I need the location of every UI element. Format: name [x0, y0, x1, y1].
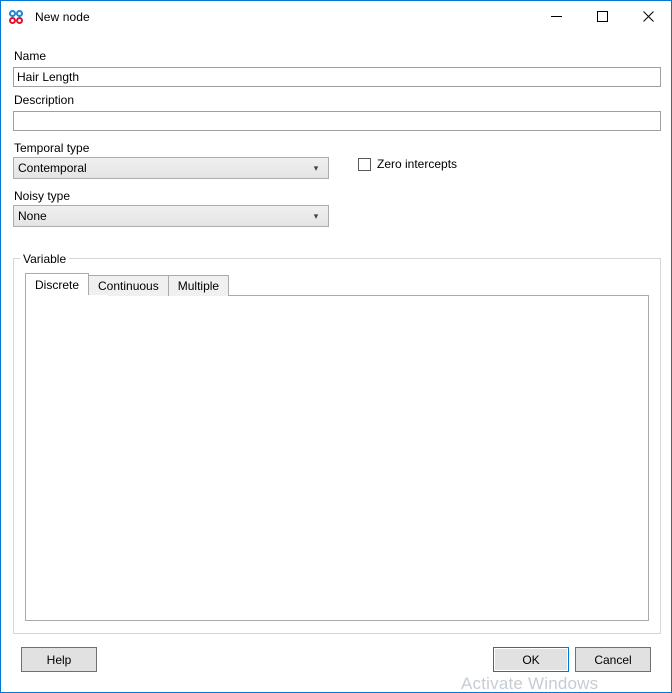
chevron-down-icon: ▾: [308, 212, 328, 221]
tab-continuous[interactable]: Continuous: [88, 275, 169, 296]
close-button[interactable]: [625, 1, 671, 32]
temporal-type-value: Contemporal: [14, 161, 308, 175]
window-controls: [533, 1, 671, 32]
help-button[interactable]: Help: [21, 647, 97, 672]
name-input[interactable]: [13, 67, 661, 87]
temporal-type-label: Temporal type: [14, 141, 89, 155]
description-label: Description: [14, 93, 74, 107]
noisy-type-select[interactable]: None ▾: [13, 205, 329, 227]
tab-continuous-label: Continuous: [98, 279, 159, 293]
cancel-button[interactable]: Cancel: [575, 647, 651, 672]
tab-multiple-label: Multiple: [178, 279, 219, 293]
tab-discrete-label: Discrete: [35, 278, 79, 292]
window-title: New node: [35, 10, 90, 24]
description-input[interactable]: [13, 111, 661, 131]
maximize-icon: [597, 11, 608, 22]
chevron-down-icon: ▾: [308, 164, 328, 173]
zero-intercepts-box: [358, 158, 371, 171]
minimize-icon: [551, 11, 562, 22]
temporal-type-select[interactable]: Contemporal ▾: [13, 157, 329, 179]
new-node-dialog: New node Name Description Tempora: [0, 0, 672, 693]
ok-button[interactable]: OK: [493, 647, 569, 672]
noisy-type-label: Noisy type: [14, 189, 70, 203]
name-label: Name: [14, 49, 46, 63]
footer-divider: [1, 642, 671, 643]
tab-discrete[interactable]: Discrete: [25, 273, 89, 296]
noisy-type-value: None: [14, 209, 308, 223]
tab-panel-seam: [26, 295, 108, 296]
zero-intercepts-checkbox[interactable]: Zero intercepts: [358, 157, 457, 171]
tab-multiple[interactable]: Multiple: [168, 275, 229, 296]
node-rings-icon: [8, 8, 26, 26]
maximize-button[interactable]: [579, 1, 625, 32]
variable-groupbox-title: Variable: [20, 252, 69, 266]
minimize-button[interactable]: [533, 1, 579, 32]
title-bar[interactable]: New node: [1, 1, 671, 33]
variable-tabs: Discrete Continuous Multiple: [25, 273, 228, 296]
zero-intercepts-label: Zero intercepts: [377, 157, 457, 171]
activate-windows-watermark: Activate Windows: [461, 674, 598, 693]
tab-panel: [25, 295, 649, 621]
close-icon: [643, 11, 654, 22]
